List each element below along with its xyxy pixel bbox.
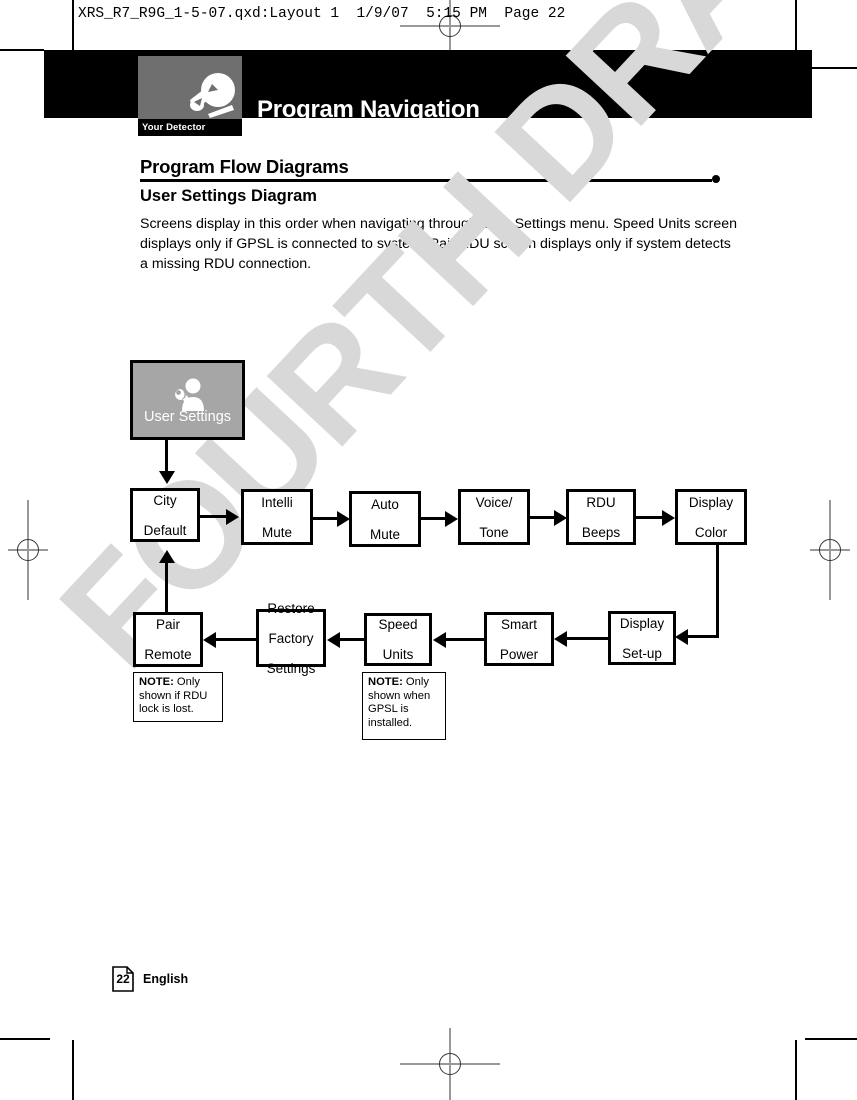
- edge-setup-smart-arrow: [554, 630, 567, 647]
- page-language: English: [143, 972, 189, 986]
- note-speed-units-bold: NOTE:: [368, 676, 403, 688]
- flow-node-speed-units-line1: Speed: [378, 617, 418, 632]
- manual-page: XRS_R7_R9G_1-5-07.qxd:Layout 1 1/9/07 5:…: [0, 0, 857, 1100]
- edge-auto-voice-line: [421, 517, 447, 520]
- flow-node-intelli-mute-line1: Intelli: [261, 494, 293, 510]
- note-pair-remote: NOTE: Only shown if RDU lock is lost.: [133, 672, 223, 722]
- edge-user-settings-city-default-arrow: [158, 471, 175, 484]
- flow-node-intelli-mute-line2: Mute: [261, 524, 292, 540]
- page-number-icon: 22: [112, 966, 134, 992]
- edge-pair-city-arrow: [158, 550, 175, 563]
- flow-node-user-settings[interactable]: User Settings: [130, 360, 245, 440]
- flow-node-pair-remote[interactable]: Pair Remote: [133, 612, 203, 667]
- flow-node-smart-power-line1: Smart: [500, 616, 537, 632]
- flow-node-voice-tone-line2: Tone: [479, 524, 509, 540]
- flow-node-speed-units[interactable]: Speed Units: [364, 613, 432, 666]
- flow-node-auto-mute-line2: Mute: [369, 526, 400, 542]
- flow-node-restore-factory-line3: Settings: [266, 660, 316, 676]
- page-footer: 22 English: [112, 966, 188, 992]
- flow-node-rdu-beeps-line2: Beeps: [581, 524, 621, 540]
- flow-node-restore-factory[interactable]: Restore Factory Settings: [256, 601, 326, 676]
- edge-voice-rdu-line: [530, 516, 556, 519]
- edge-city-intelli-arrow: [226, 508, 239, 525]
- edge-intelli-auto-line: [313, 517, 339, 520]
- edge-auto-voice-arrow: [445, 510, 458, 527]
- flow-node-display-setup-line1: Display: [619, 615, 665, 631]
- edge-rdu-display-color-arrow: [662, 509, 675, 526]
- edge-voice-rdu-arrow: [554, 509, 567, 526]
- flow-node-auto-mute[interactable]: Auto Mute: [349, 491, 421, 547]
- flow-node-display-color[interactable]: Display Color: [675, 489, 747, 545]
- edge-smart-speed-line: [446, 638, 485, 641]
- edge-speed-restore-line: [340, 638, 365, 641]
- flow-node-rdu-beeps-line1: RDU: [586, 494, 616, 510]
- flow-node-city-default-line1: City: [153, 492, 177, 508]
- flow-node-smart-power[interactable]: Smart Power: [484, 612, 554, 666]
- flow-node-speed-units-line2: Units: [382, 647, 414, 662]
- edge-intelli-auto-arrow: [337, 510, 350, 527]
- edge-restore-pair-arrow: [203, 631, 216, 648]
- edge-display-color-setup-horizontal: [688, 635, 719, 638]
- flow-node-rdu-beeps[interactable]: RDU Beeps: [566, 489, 636, 545]
- flow-node-display-color-line2: Color: [694, 524, 728, 540]
- edge-city-intelli-line: [200, 515, 228, 518]
- flow-node-pair-remote-line2: Remote: [144, 647, 192, 662]
- edge-rdu-display-color-line: [636, 516, 663, 519]
- edge-restore-pair-line: [216, 638, 257, 641]
- flow-node-city-default-line2: Default: [143, 522, 187, 538]
- flow-node-auto-mute-line1: Auto: [371, 496, 399, 512]
- edge-pair-city-line: [165, 563, 168, 613]
- flow-node-restore-factory-line2: Factory: [268, 630, 314, 646]
- flow-node-display-color-line1: Display: [688, 494, 734, 510]
- edge-smart-speed-arrow: [433, 631, 446, 648]
- flow-node-restore-factory-line1: Restore: [267, 600, 315, 616]
- edge-display-color-setup-vertical: [716, 545, 719, 638]
- user-settings-icon: [174, 378, 204, 411]
- flow-node-display-setup[interactable]: Display Set-up: [608, 611, 676, 665]
- page-number: 22: [116, 972, 130, 986]
- flow-node-intelli-mute[interactable]: Intelli Mute: [241, 489, 313, 545]
- note-speed-units: NOTE: Only shown when GPSL is installed.: [362, 672, 446, 740]
- edge-speed-restore-arrow: [327, 631, 340, 648]
- flow-node-display-setup-line2: Set-up: [622, 645, 662, 661]
- edge-user-settings-city-default-line: [165, 440, 168, 473]
- flow-node-pair-remote-line1: Pair: [155, 617, 180, 632]
- note-pair-remote-bold: NOTE:: [139, 676, 174, 688]
- edge-setup-smart-line: [567, 637, 609, 640]
- flow-node-voice-tone[interactable]: Voice/ Tone: [458, 489, 530, 545]
- flow-node-city-default[interactable]: City Default: [130, 488, 200, 542]
- flow-node-user-settings-label: User Settings: [143, 409, 232, 425]
- user-settings-flow-diagram: User Settings City Default Intelli Mute …: [0, 0, 857, 1100]
- edge-display-color-setup-arrow: [675, 628, 688, 645]
- flow-node-smart-power-line2: Power: [499, 646, 539, 662]
- flow-node-voice-tone-line1: Voice/: [475, 494, 513, 510]
